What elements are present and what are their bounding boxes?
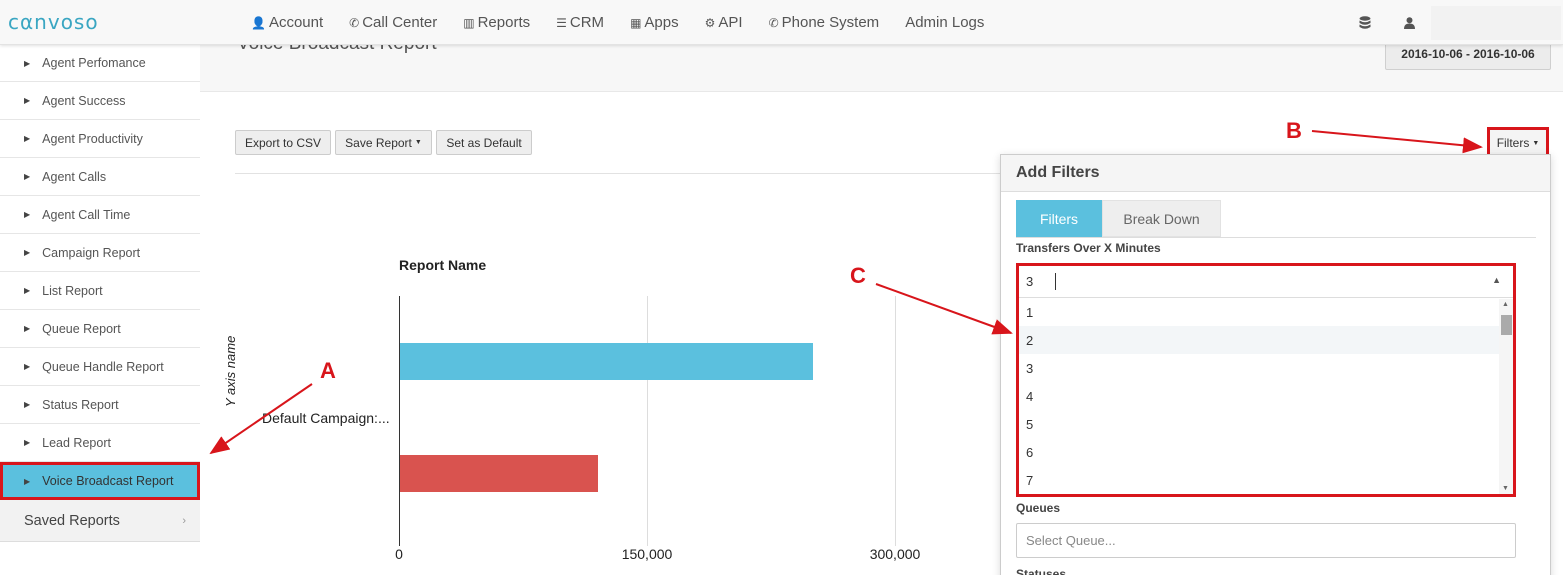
sidebar-item-lead-report[interactable]: ▶ Lead Report	[0, 424, 200, 462]
date-range-picker[interactable]: 2016-10-06 - 2016-10-06	[1385, 45, 1551, 70]
caret-right-icon: ▶	[24, 248, 31, 257]
caret-down-icon: ▼	[1532, 139, 1540, 147]
annotation-b: B	[1286, 118, 1302, 143]
sidebar-item-list-report[interactable]: ▶ List Report	[0, 272, 200, 310]
transfers-search-input[interactable]: 3 ▲	[1019, 266, 1513, 298]
saved-reports-toggle[interactable]: Saved Reports ›	[0, 500, 200, 542]
grid-icon: ▦	[630, 15, 642, 30]
caret-right-icon: ▶	[24, 210, 31, 219]
chart-bar[interactable]	[400, 455, 598, 492]
main-nav: 👤 Account ✆ Call Center ▥ Reports ☰ CRM ▦ App…	[238, 0, 997, 45]
caret-right-icon: ▶	[24, 400, 31, 409]
user-icon: 👤	[251, 15, 266, 30]
caret-right-icon: ▶	[24, 324, 31, 333]
sidebar-item-agent-calls[interactable]: ▶ Agent Calls	[0, 158, 200, 196]
sidebar-item-status-report[interactable]: ▶ Status Report	[0, 386, 200, 424]
text-cursor	[1055, 273, 1057, 290]
set-default-button[interactable]: Set as Default	[436, 130, 532, 155]
top-navbar: cαnvoso 👤 Account ✆ Call Center ▥ Reports ☰…	[0, 0, 1563, 45]
nav-reports[interactable]: ▥ Reports	[450, 0, 543, 45]
gear-icon: ⚙	[704, 15, 716, 30]
scroll-up-icon[interactable]: ▲	[1502, 301, 1509, 308]
transfers-select[interactable]: 3 ▲ 1 2 3 4 5 6 7 ▲ ▼	[1016, 263, 1516, 497]
phone-icon: ✆	[768, 15, 779, 30]
select-option-5[interactable]: 5	[1019, 410, 1499, 438]
select-option-6[interactable]: 6	[1019, 438, 1499, 466]
sidebar-item-campaign-report[interactable]: ▶ Campaign Report	[0, 234, 200, 272]
caret-down-icon: ▼	[414, 139, 422, 146]
nav-admin-logs[interactable]: Admin Logs	[892, 0, 997, 45]
queues-label: Queues	[1016, 501, 1061, 515]
sidebar-item-voice-broadcast-report[interactable]: ▶ Voice Broadcast Report	[0, 462, 200, 500]
sidebar-item-agent-success[interactable]: ▶ Agent Success	[0, 82, 200, 120]
options-scrollbar[interactable]: ▲ ▼	[1499, 299, 1513, 494]
save-report-button[interactable]: Save Report ▼	[335, 130, 432, 155]
select-option-3[interactable]: 3	[1019, 354, 1499, 382]
nav-api[interactable]: ⚙ API	[692, 0, 756, 45]
bar-chart-icon: ▥	[463, 15, 475, 30]
statuses-label: Statuses	[1016, 567, 1067, 575]
phone-icon: ✆	[349, 15, 360, 30]
scroll-down-icon[interactable]: ▼	[1502, 485, 1509, 492]
y-axis-line	[399, 296, 400, 546]
database-icon[interactable]	[1343, 0, 1387, 45]
sidebar-item-queue-report[interactable]: ▶ Queue Report	[0, 310, 200, 348]
caret-right-icon: ▶	[24, 172, 31, 181]
top-right-tools	[1343, 0, 1563, 45]
caret-right-icon: ▶	[24, 134, 31, 143]
caret-right-icon: ▶	[24, 96, 31, 105]
filter-tabs: Filters Break Down	[1016, 200, 1536, 238]
x-gridline	[647, 296, 648, 546]
select-option-1[interactable]: 1	[1019, 298, 1499, 326]
select-option-7[interactable]: 7	[1019, 466, 1499, 494]
chevron-right-icon: ›	[182, 514, 186, 527]
panel-title: Add Filters	[1001, 155, 1550, 192]
list-icon: ☰	[556, 15, 567, 30]
chart-bar[interactable]	[400, 343, 813, 380]
sidebar-item-agent-performance[interactable]: ▶ Agent Perfomance	[0, 45, 200, 82]
caret-right-icon: ▶	[24, 438, 31, 447]
x-tick-label: 300,000	[869, 546, 921, 562]
transfers-label: Transfers Over X Minutes	[1016, 241, 1161, 255]
caret-right-icon: ▶	[24, 286, 31, 295]
nav-phone-system[interactable]: ✆ Phone System	[756, 0, 893, 45]
nav-call-center[interactable]: ✆ Call Center	[336, 0, 450, 45]
page-header: Voice Broadcast Report 2016-10-06 - 2016…	[200, 45, 1563, 92]
select-option-4[interactable]: 4	[1019, 382, 1499, 410]
y-axis-label: Y axis name	[223, 335, 238, 407]
sidebar-item-agent-productivity[interactable]: ▶ Agent Productivity	[0, 120, 200, 158]
nav-apps[interactable]: ▦ Apps	[617, 0, 692, 45]
caret-right-icon: ▶	[24, 476, 31, 486]
export-csv-button[interactable]: Export to CSV	[235, 130, 331, 155]
tab-filters[interactable]: Filters	[1016, 200, 1102, 237]
user-icon[interactable]	[1387, 0, 1431, 45]
caret-up-icon[interactable]: ▲	[1492, 275, 1501, 285]
caret-right-icon: ▶	[24, 58, 31, 68]
sidebar-item-queue-handle-report[interactable]: ▶ Queue Handle Report	[0, 348, 200, 386]
sidebar-item-agent-call-time[interactable]: ▶ Agent Call Time	[0, 196, 200, 234]
caret-right-icon: ▶	[24, 362, 31, 371]
category-label: Default Campaign:...	[262, 410, 390, 426]
annotation-c: C	[850, 263, 866, 288]
brand-logo[interactable]: cαnvoso	[8, 10, 99, 34]
scrollbar-thumb[interactable]	[1501, 315, 1512, 335]
x-tick-label: 150,000	[621, 546, 673, 562]
nav-account[interactable]: 👤 Account	[238, 0, 336, 45]
reports-sidebar: ▶ Agent Perfomance ▶ Agent Success ▶ Agent …	[0, 45, 200, 575]
queue-select[interactable]: Select Queue...	[1016, 523, 1516, 558]
x-tick-label: 0	[395, 546, 403, 562]
add-filters-panel: Add Filters Filters Break Down Transfers…	[1000, 154, 1551, 575]
chart-title: Report Name	[399, 257, 487, 273]
select-option-2[interactable]: 2	[1019, 326, 1499, 354]
annotation-a: A	[320, 358, 336, 383]
x-gridline	[895, 296, 896, 546]
nav-crm[interactable]: ☰ CRM	[543, 0, 617, 45]
page-title: Voice Broadcast Report	[237, 45, 437, 55]
tab-break-down[interactable]: Break Down	[1102, 200, 1221, 237]
toolbar-divider	[235, 173, 1035, 174]
user-menu[interactable]	[1431, 5, 1561, 40]
main-content: Voice Broadcast Report 2016-10-06 - 2016…	[200, 45, 1563, 575]
